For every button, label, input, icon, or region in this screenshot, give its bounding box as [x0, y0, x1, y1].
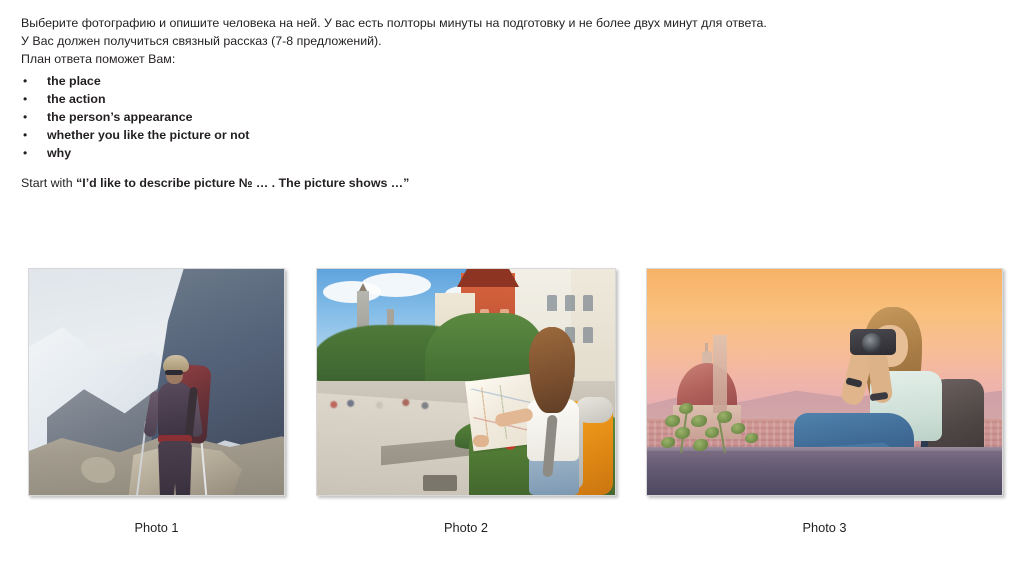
- bullet-label: whether you like the picture or not: [47, 128, 250, 142]
- drain-grate: [423, 475, 457, 491]
- window: [547, 295, 557, 311]
- leaf: [661, 437, 675, 448]
- stone-wall: [647, 451, 1002, 495]
- leaf: [731, 423, 745, 434]
- list-item: • the place: [21, 72, 981, 90]
- start-phrase: Start with “I’d like to describe picture…: [21, 174, 409, 192]
- bullet-label: the action: [47, 92, 106, 106]
- start-phrase-quote: “I’d like to describe picture № … . The …: [76, 176, 410, 190]
- photo-1-image[interactable]: [28, 268, 285, 496]
- bullet-label: why: [47, 146, 72, 160]
- denim-shorts: [529, 455, 579, 495]
- list-item: • whether you like the picture or not: [21, 126, 981, 144]
- photo-1-scene: [29, 269, 284, 495]
- cloud: [361, 273, 431, 297]
- leaf: [665, 415, 680, 427]
- bullet-icon: •: [23, 128, 28, 142]
- list-item: • the person’s appearance: [21, 108, 981, 126]
- leaf: [691, 415, 707, 427]
- tourist-hair: [529, 327, 575, 413]
- start-phrase-prefix: Start with: [21, 176, 77, 190]
- leaf: [717, 411, 732, 423]
- leaf: [679, 403, 693, 414]
- hiker-legs: [158, 441, 192, 495]
- window: [583, 295, 593, 311]
- bullet-label: the place: [47, 74, 101, 88]
- photo-3-caption: Photo 3: [802, 520, 847, 535]
- branch: [718, 419, 726, 453]
- answer-plan-list: • the place • the action • the person’s …: [21, 72, 981, 162]
- bullet-icon: •: [23, 110, 28, 124]
- photo-3-image[interactable]: [646, 268, 1003, 496]
- tourist-figure: [465, 327, 613, 495]
- tourist-hand: [473, 435, 489, 447]
- bullet-icon: •: [23, 74, 28, 88]
- instruction-line-3: План ответа поможет Вам:: [21, 52, 176, 66]
- list-item: • the action: [21, 90, 981, 108]
- backpack-lid: [575, 397, 613, 423]
- foreground-foliage: [657, 393, 767, 457]
- camera-lens: [862, 333, 882, 353]
- sunglasses-icon: [165, 370, 183, 375]
- bullet-label: the person’s appearance: [47, 110, 193, 124]
- hiker-figure: [132, 351, 217, 495]
- instruction-line-2: У Вас должен получиться связный рассказ …: [21, 34, 382, 48]
- list-item: • why: [21, 144, 981, 162]
- bullet-icon: •: [23, 92, 28, 106]
- leaf: [705, 427, 719, 438]
- photo-2-caption: Photo 2: [443, 520, 489, 535]
- instructions-block: Выберите фотографию и опишите человека н…: [21, 14, 981, 162]
- photo-2-scene: [317, 269, 615, 495]
- leaf: [675, 427, 690, 439]
- leaf: [745, 433, 758, 443]
- building-roof: [457, 269, 519, 287]
- distant-pedestrians: [317, 389, 437, 415]
- instruction-line-1: Выберите фотографию и опишите человека н…: [21, 16, 767, 30]
- bullet-icon: •: [23, 146, 28, 160]
- photo-2-image[interactable]: [316, 268, 616, 496]
- leaf: [693, 439, 708, 451]
- photo-1-caption: Photo 1: [134, 520, 179, 535]
- photo-3-scene: [647, 269, 1002, 495]
- window: [565, 295, 575, 311]
